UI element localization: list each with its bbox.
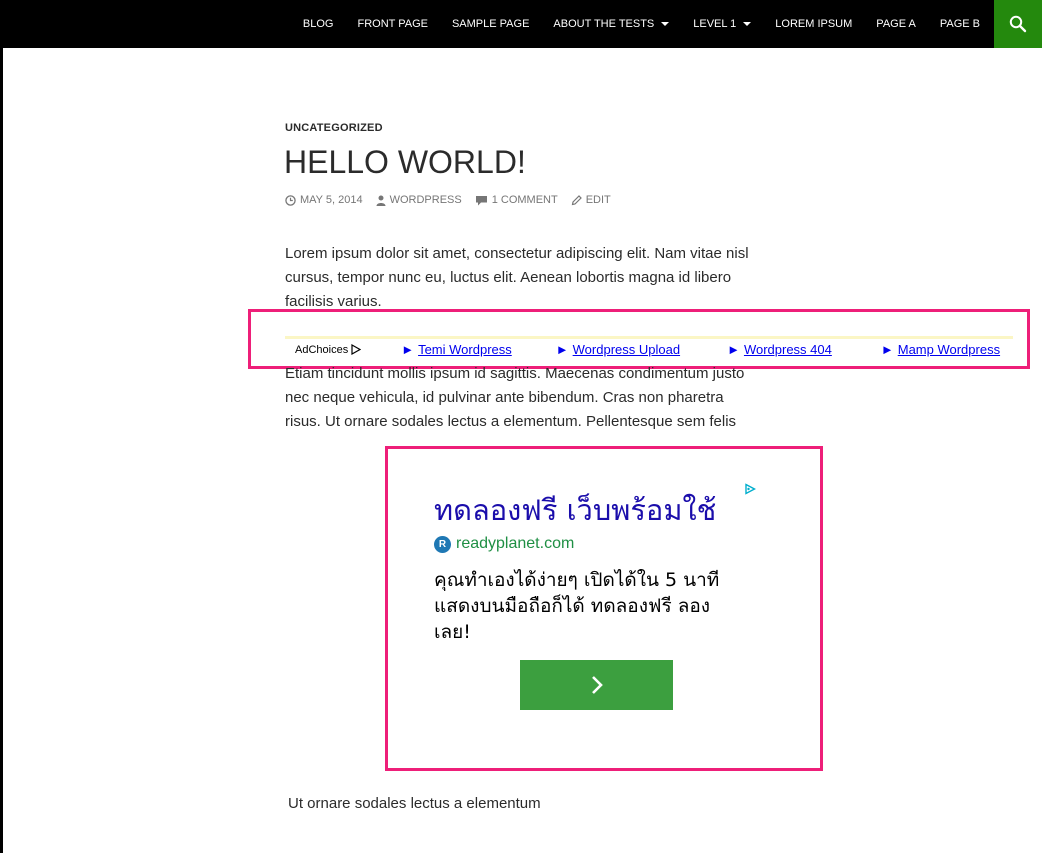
- nav-item-label: FRONT PAGE: [357, 18, 428, 30]
- nav-item-about-the-tests[interactable]: ABOUT THE TESTS: [541, 18, 681, 30]
- adchoices-icon: [351, 344, 362, 355]
- ad-link-1[interactable]: ► Temi Wordpress: [401, 342, 512, 357]
- entry-category-link[interactable]: UNCATEGORIZED: [285, 122, 383, 134]
- nav-item-label: PAGE B: [939, 18, 980, 30]
- ad-link-2[interactable]: ► Wordpress Upload: [556, 342, 680, 357]
- ad-link-4[interactable]: ► Mamp Wordpress: [881, 342, 1000, 357]
- search-icon: [1009, 15, 1027, 33]
- play-arrow-icon: ►: [401, 342, 415, 357]
- advertiser-logo-icon: R: [434, 535, 451, 553]
- nav-item-front-page[interactable]: FRONT PAGE: [345, 18, 440, 30]
- clock-icon: [285, 194, 296, 206]
- adchoices-link[interactable]: AdChoices: [295, 343, 362, 356]
- ad-link-label: Temi Wordpress: [418, 342, 512, 357]
- nav-item-page-a[interactable]: PAGE A: [864, 18, 928, 30]
- display-ad[interactable]: ทดลองฟรี เว็บพร้อมใช้ R readyplanet.com …: [388, 449, 820, 768]
- primary-menu: BLOG FRONT PAGE SAMPLE PAGE ABOUT THE TE…: [291, 0, 992, 48]
- adchoices-label: AdChoices: [295, 343, 349, 356]
- nav-item-label: LEVEL 1: [693, 18, 737, 30]
- entry-paragraph: Ut ornare sodales lectus a elementum: [288, 795, 541, 812]
- nav-item-label: PAGE A: [876, 18, 916, 30]
- adchoices-icon: [745, 483, 756, 495]
- nav-item-sample-page[interactable]: SAMPLE PAGE: [440, 18, 541, 30]
- ad-display-url[interactable]: R readyplanet.com: [434, 535, 574, 553]
- user-icon: [376, 195, 386, 206]
- caret-down-icon: [661, 22, 670, 26]
- ad-info-button[interactable]: [744, 482, 756, 500]
- entry-author-link[interactable]: WORDPRESS: [376, 194, 462, 206]
- nav-item-level-1[interactable]: LEVEL 1: [681, 18, 763, 30]
- nav-item-lorem-ipsum[interactable]: LOREM IPSUM: [763, 18, 864, 30]
- play-arrow-icon: ►: [727, 342, 740, 357]
- entry-edit: EDIT: [585, 194, 611, 206]
- caret-down-icon: [743, 22, 752, 26]
- play-arrow-icon: ►: [555, 342, 569, 357]
- chevron-right-icon: [591, 676, 603, 694]
- entry-title[interactable]: HELLO WORLD!: [284, 144, 526, 181]
- ad-link-label: Mamp Wordpress: [897, 342, 1001, 357]
- entry-edit-link[interactable]: EDIT: [571, 194, 611, 206]
- play-arrow-icon: ►: [880, 342, 894, 357]
- ad-link-label: Wordpress Upload: [572, 342, 681, 357]
- nav-item-page-b[interactable]: PAGE B: [928, 18, 992, 30]
- nav-item-label: ABOUT THE TESTS: [553, 18, 655, 30]
- entry-date: MAY 5, 2014: [300, 194, 363, 206]
- entry-meta: MAY 5, 2014 WORDPRESS 1 COMMENT EDIT: [285, 194, 624, 206]
- pencil-icon: [571, 194, 582, 205]
- entry-date-link[interactable]: MAY 5, 2014: [285, 194, 363, 206]
- ad-domain: readyplanet.com: [456, 535, 575, 552]
- ad-headline[interactable]: ทดลองฟรี เว็บพร้อมใช้: [434, 487, 716, 533]
- nav-item-label: BLOG: [302, 18, 334, 30]
- top-navigation-bar: BLOG FRONT PAGE SAMPLE PAGE ABOUT THE TE…: [0, 0, 1042, 48]
- search-toggle-button[interactable]: [994, 0, 1042, 48]
- ad-description: คุณทำเองได้ง่ายๆ เปิดได้ใน 5 นาที แสดงบน…: [434, 569, 720, 643]
- comment-icon: [475, 195, 487, 205]
- nav-item-label: SAMPLE PAGE: [451, 18, 530, 30]
- nav-item-label: LOREM IPSUM: [775, 18, 853, 30]
- entry-paragraph: Lorem ipsum dolor sit amet, consectetur …: [285, 245, 749, 310]
- entry-comments: 1 COMMENT: [491, 194, 558, 206]
- ad-link-label: Wordpress 404: [743, 342, 832, 357]
- ad-cta-button[interactable]: [520, 660, 673, 710]
- ad-links-bar: AdChoices ► Temi Wordpress ► Wordpress Upl…: [285, 336, 1013, 360]
- entry-comments-link[interactable]: 1 COMMENT: [475, 194, 558, 206]
- entry-paragraph: Etiam tincidunt mollis ipsum id sagittis…: [285, 365, 745, 430]
- left-sidebar-edge: [0, 48, 3, 853]
- ad-link-3[interactable]: ► Wordpress 404: [727, 342, 832, 357]
- entry-author: WORDPRESS: [389, 194, 462, 206]
- nav-item-blog[interactable]: BLOG: [291, 18, 346, 30]
